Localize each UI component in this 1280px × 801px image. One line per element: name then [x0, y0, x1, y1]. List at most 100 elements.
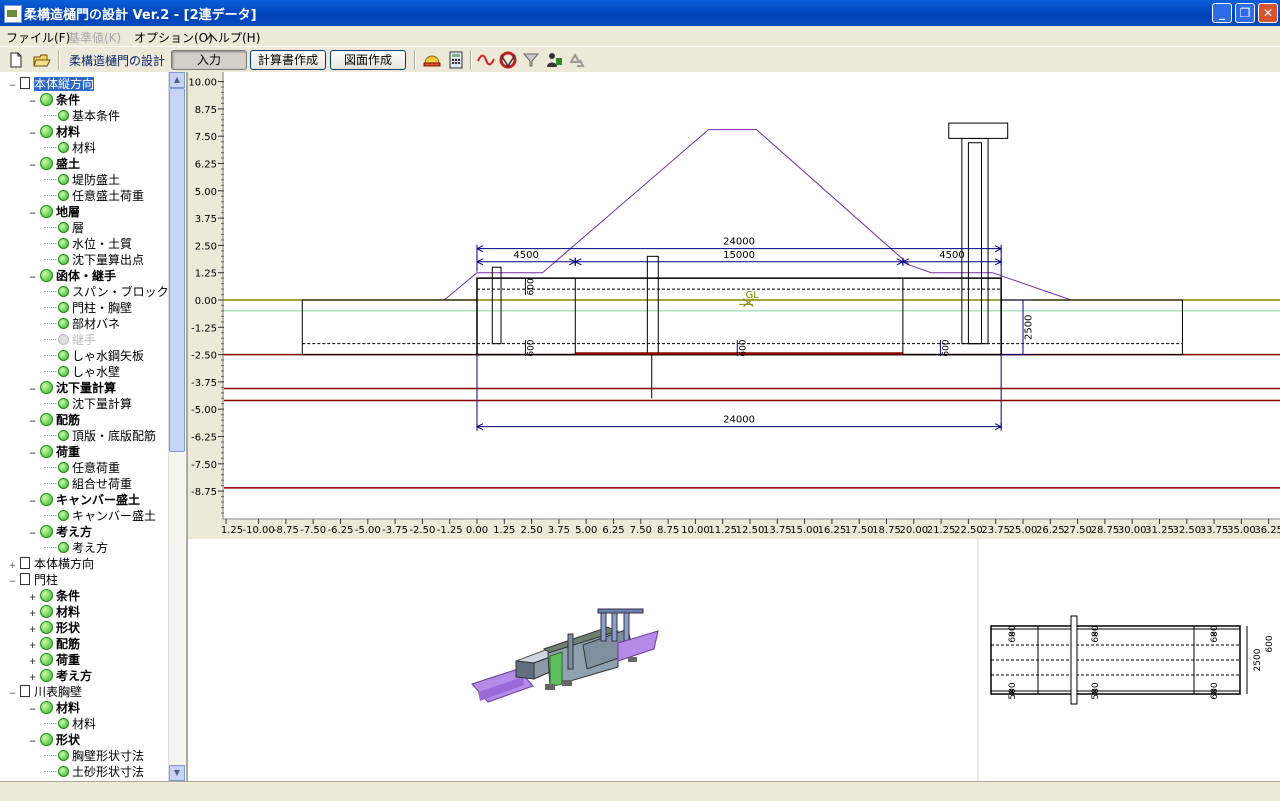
tree-item[interactable]: 門柱・胸壁 — [44, 299, 132, 315]
tree-expander-icon[interactable]: − — [8, 577, 17, 587]
support-person-icon[interactable] — [544, 50, 564, 70]
tree-item[interactable]: 材料 — [44, 139, 96, 155]
tree-expander-icon[interactable]: + — [28, 625, 37, 635]
status-dot-icon — [58, 510, 69, 521]
menu-help[interactable]: ヘルプ(H) — [206, 29, 260, 46]
tree-item[interactable]: − 盛土 — [28, 155, 80, 171]
tree-expander-icon[interactable]: − — [28, 529, 37, 539]
tree-expander-icon[interactable]: + — [28, 641, 37, 651]
tree-item[interactable]: しゃ水鋼矢板 — [44, 347, 144, 363]
tree-connector — [44, 339, 56, 340]
tree-scrollbar[interactable]: ▲ ▼ — [168, 72, 185, 781]
plan-canvas[interactable]: 600×500×600×500×600×600×2500600 — [979, 539, 1280, 781]
scroll-down-icon[interactable]: ▼ — [169, 765, 185, 781]
tree-item[interactable]: キャンバー盛土 — [44, 507, 156, 523]
recycle-icon[interactable] — [567, 50, 587, 70]
new-file-icon[interactable] — [6, 50, 26, 70]
tree-expander-icon[interactable]: − — [28, 417, 37, 427]
tree-item[interactable]: 組合せ荷重 — [44, 475, 132, 491]
tree-expander-icon[interactable]: − — [28, 737, 37, 747]
tree-expander-icon[interactable]: + — [8, 561, 17, 571]
scroll-thumb[interactable] — [169, 88, 185, 452]
tree-expander-icon[interactable]: − — [28, 97, 37, 107]
tree-item[interactable]: − 配筋 — [28, 411, 80, 427]
close-button[interactable]: ✕ — [1258, 3, 1278, 23]
tree-item[interactable]: − 条件 — [28, 91, 80, 107]
minimize-button[interactable]: _ — [1212, 3, 1232, 23]
menu-options[interactable]: オプション(O) — [134, 29, 213, 46]
3d-model[interactable] — [188, 539, 977, 781]
tree-item[interactable]: − 考え方 — [28, 523, 92, 539]
tree-expander-icon[interactable]: − — [28, 273, 37, 283]
tree-expander-icon[interactable]: − — [28, 449, 37, 459]
tree-item[interactable]: 考え方 — [44, 539, 108, 555]
input-button[interactable]: 入力 — [171, 50, 247, 70]
tree-item[interactable]: − 地層 — [28, 203, 80, 219]
tree-item[interactable]: 水位・土質 — [44, 235, 132, 251]
tree-item[interactable]: − キャンバー盛土 — [28, 491, 140, 507]
tree-expander-icon[interactable]: − — [28, 129, 37, 139]
tree-item[interactable]: − 材料 — [28, 699, 80, 715]
tree-item[interactable]: + 荷重 — [28, 651, 80, 667]
restore-button[interactable]: ❐ — [1235, 3, 1255, 23]
tree-item[interactable]: − 荷重 — [28, 443, 80, 459]
drawing-button[interactable]: 図面作成 — [330, 50, 406, 70]
tree-expander-icon[interactable]: − — [28, 497, 37, 507]
tree-item[interactable]: 沈下量算出点 — [44, 251, 144, 267]
menu-file[interactable]: ファイル(F) — [6, 29, 70, 46]
tree-item[interactable]: − 本体縦方向 — [8, 75, 95, 91]
helmet-icon[interactable] — [422, 50, 442, 70]
tree-expander-icon[interactable]: − — [28, 209, 37, 219]
tree-item[interactable]: + 条件 — [28, 587, 80, 603]
tree-expander-icon[interactable]: + — [28, 609, 37, 619]
tree-item[interactable]: 土砂形状寸法 — [44, 763, 144, 779]
tree-item[interactable]: − 門柱 — [8, 571, 58, 587]
tree-item[interactable]: + 材料 — [28, 603, 80, 619]
tree-expander-icon[interactable]: + — [28, 673, 37, 683]
tree-item[interactable]: − 函体・継手 — [28, 267, 116, 283]
tree-expander-icon[interactable]: − — [28, 705, 37, 715]
tree-item[interactable]: 沈下量計算 — [44, 395, 132, 411]
tree-expander-icon[interactable]: − — [28, 161, 37, 171]
tree-item[interactable]: 堤防盛土 — [44, 171, 120, 187]
tree-item[interactable]: 継手 — [44, 331, 96, 347]
tree-item[interactable]: 材料 — [44, 715, 96, 731]
tree-item[interactable]: 任意盛土荷重 — [44, 187, 144, 203]
tree-item[interactable]: 部材バネ — [44, 315, 120, 331]
tree-item[interactable]: + 配筋 — [28, 635, 80, 651]
tree-item[interactable]: 胸壁形状寸法 — [44, 747, 144, 763]
wave-icon[interactable] — [476, 50, 496, 70]
tree-item[interactable]: しゃ水壁 — [44, 363, 120, 379]
lifebuoy-icon[interactable] — [498, 50, 518, 70]
funnel-icon[interactable] — [521, 50, 541, 70]
tree-expander-icon[interactable]: + — [28, 657, 37, 667]
plan-view[interactable]: 600 × 500 × 600 × 500 × 600 × 600 × 2500 600 — [979, 539, 1280, 781]
3d-view[interactable] — [188, 539, 977, 781]
tree-expander-icon[interactable]: − — [8, 81, 17, 91]
tree-item[interactable]: + 本体横方向 — [8, 555, 94, 571]
app-icon[interactable] — [4, 5, 22, 23]
x-tick-label: 10.00 — [681, 525, 710, 536]
report-button[interactable]: 計算書作成 — [250, 50, 326, 70]
tree-expander-icon[interactable]: − — [28, 385, 37, 395]
longitudinal-drawing[interactable]: 10.00 8.75 7.50 6.25 5.00 3.75 2.50 1.25 0.00 -1.… — [188, 72, 1280, 538]
tree-expander-icon[interactable]: + — [28, 593, 37, 603]
tree-expander-icon[interactable]: − — [8, 689, 17, 699]
calculator-icon[interactable] — [446, 50, 466, 70]
status-dot-icon — [40, 605, 53, 618]
open-folder-icon[interactable] — [32, 50, 52, 70]
tree-item[interactable]: 任意荷重 — [44, 459, 120, 475]
menu-standard-values[interactable]: 基準値(K) — [68, 29, 121, 46]
tree-item[interactable]: − 川表胸壁 — [8, 683, 82, 699]
tree-item[interactable]: + 形状 — [28, 619, 80, 635]
tree-item[interactable]: − 形状 — [28, 731, 80, 747]
tree-item[interactable]: 層 — [44, 219, 84, 235]
tree-item[interactable]: 基本条件 — [44, 107, 120, 123]
tree-item[interactable]: − 沈下量計算 — [28, 379, 116, 395]
tree-item[interactable]: スパン・ブロック — [44, 283, 169, 299]
tree-item[interactable]: 頂版・底版配筋 — [44, 427, 156, 443]
scroll-up-icon[interactable]: ▲ — [169, 72, 185, 88]
tree-item[interactable]: + 考え方 — [28, 667, 92, 683]
tree-item[interactable]: − 材料 — [28, 123, 80, 139]
drawing-canvas[interactable]: 10.008.757.506.255.003.752.501.250.00-1.… — [188, 72, 1280, 538]
